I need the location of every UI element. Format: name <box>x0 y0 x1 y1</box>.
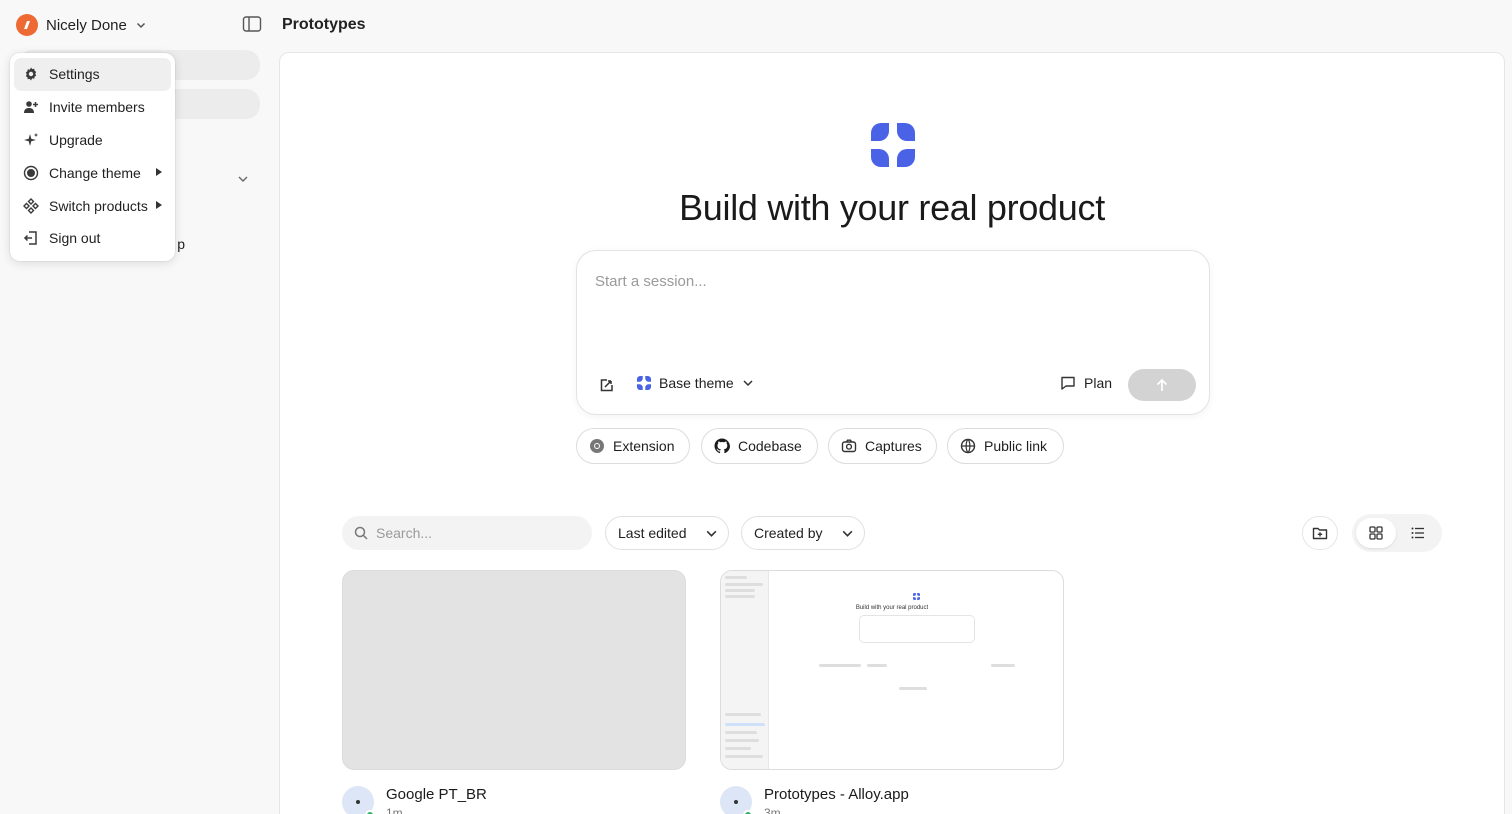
public-link-chip[interactable]: Public link <box>947 428 1064 464</box>
avatar <box>342 786 375 814</box>
chevron-down-icon[interactable] <box>236 172 250 186</box>
card-title[interactable]: Prototypes - Alloy.app <box>764 786 909 803</box>
created-by-select[interactable]: Created by <box>741 516 865 550</box>
send-button[interactable] <box>1128 369 1196 401</box>
menu-item-invite-members[interactable]: Invite members <box>14 91 171 124</box>
grid-view-button[interactable] <box>1356 518 1396 548</box>
preview-sidebar <box>721 571 769 769</box>
workspace-switcher[interactable]: Nicely Done <box>16 12 147 38</box>
camera-icon <box>841 439 857 453</box>
workspace-menu: Settings Invite members Upgrade Change t… <box>10 53 175 261</box>
globe-icon <box>960 438 976 454</box>
preview-title: Build with your real product <box>855 605 929 611</box>
preview-composer <box>859 615 975 643</box>
codebase-chip[interactable]: Codebase <box>701 428 818 464</box>
menu-item-label: Upgrade <box>49 131 103 148</box>
session-input[interactable]: Start a session... <box>595 273 707 290</box>
sign-out-icon <box>23 230 39 246</box>
sort-select[interactable]: Last edited <box>605 516 729 550</box>
search-input[interactable] <box>376 525 566 541</box>
brand-logo-icon <box>913 593 920 600</box>
chrome-icon <box>590 439 604 453</box>
prototype-card[interactable]: Build with your real product Prototypes … <box>720 570 1064 814</box>
menu-item-switch-products[interactable]: Switch products <box>14 189 171 222</box>
view-toggle <box>1352 514 1442 552</box>
arrow-up-icon <box>1156 378 1168 391</box>
search-icon <box>354 526 368 540</box>
card-thumbnail[interactable]: Build with your real product <box>720 570 1064 770</box>
list-view-button[interactable] <box>1398 518 1438 548</box>
card-meta: Prototypes - Alloy.app 3m <box>720 784 1064 814</box>
created-by-label: Created by <box>754 525 823 541</box>
session-composer: Start a session... Base theme Plan <box>576 250 1210 415</box>
theme-selector[interactable]: Base theme <box>637 375 754 391</box>
submenu-arrow-icon <box>156 168 162 177</box>
menu-item-settings[interactable]: Settings <box>14 58 171 91</box>
online-status-icon <box>365 810 375 814</box>
list-icon <box>1411 527 1424 539</box>
sparkle-icon <box>23 132 39 148</box>
main-panel: Build with your real product Start a ses… <box>279 52 1505 814</box>
card-time: 1m <box>386 806 403 814</box>
menu-item-label: Settings <box>49 66 100 83</box>
brand-logo-icon <box>871 123 915 167</box>
submenu-arrow-icon <box>156 201 162 210</box>
menu-item-label: Sign out <box>49 230 101 247</box>
workspace-name: Nicely Done <box>46 16 127 34</box>
chevron-down-icon <box>706 530 717 537</box>
extension-chip[interactable]: Extension <box>576 428 690 464</box>
grid-diamond-icon <box>23 197 39 214</box>
menu-item-sign-out[interactable]: Sign out <box>14 222 171 255</box>
sidebar-toggle-icon[interactable] <box>242 15 262 33</box>
folder-plus-icon <box>1312 527 1328 540</box>
page-title: Prototypes <box>282 16 366 33</box>
theme-icon <box>23 165 39 181</box>
plan-label: Plan <box>1084 375 1113 391</box>
sort-label: Last edited <box>618 525 687 541</box>
plan-button[interactable]: Plan <box>1060 375 1112 391</box>
prototype-card[interactable]: Google PT_BR 1m <box>342 570 686 814</box>
theme-label: Base theme <box>659 375 734 391</box>
captures-chip[interactable]: Captures <box>828 428 937 464</box>
chevron-down-icon <box>842 530 853 537</box>
chevron-down-icon <box>136 22 145 29</box>
chip-label: Captures <box>865 438 922 454</box>
menu-item-label: Change theme <box>49 164 141 181</box>
hero-title: Build with your real product <box>679 187 1105 228</box>
github-icon <box>714 438 730 454</box>
grid-icon <box>1369 526 1383 540</box>
workspace-logo-icon <box>16 14 38 36</box>
menu-item-label: Invite members <box>49 99 145 116</box>
menu-item-change-theme[interactable]: Change theme <box>14 156 171 189</box>
chip-label: Extension <box>613 438 675 454</box>
chip-label: Codebase <box>738 438 802 454</box>
new-folder-button[interactable] <box>1302 516 1338 550</box>
card-meta: Google PT_BR 1m <box>342 784 686 814</box>
card-title[interactable]: Google PT_BR <box>386 786 487 803</box>
card-time: 3m <box>764 806 781 814</box>
chip-label: Public link <box>984 438 1048 454</box>
menu-item-upgrade[interactable]: Upgrade <box>14 124 171 157</box>
avatar <box>720 786 753 814</box>
attach-image-icon[interactable] <box>599 377 615 393</box>
menu-item-label: Switch products <box>49 197 148 214</box>
gear-icon <box>23 66 39 82</box>
online-status-icon <box>743 810 753 814</box>
invite-member-icon <box>23 99 39 115</box>
search-box[interactable] <box>342 516 592 550</box>
card-thumbnail[interactable] <box>342 570 686 770</box>
chevron-down-icon <box>743 380 753 387</box>
chat-bubble-icon <box>1061 376 1075 390</box>
brand-logo-icon <box>637 376 651 390</box>
